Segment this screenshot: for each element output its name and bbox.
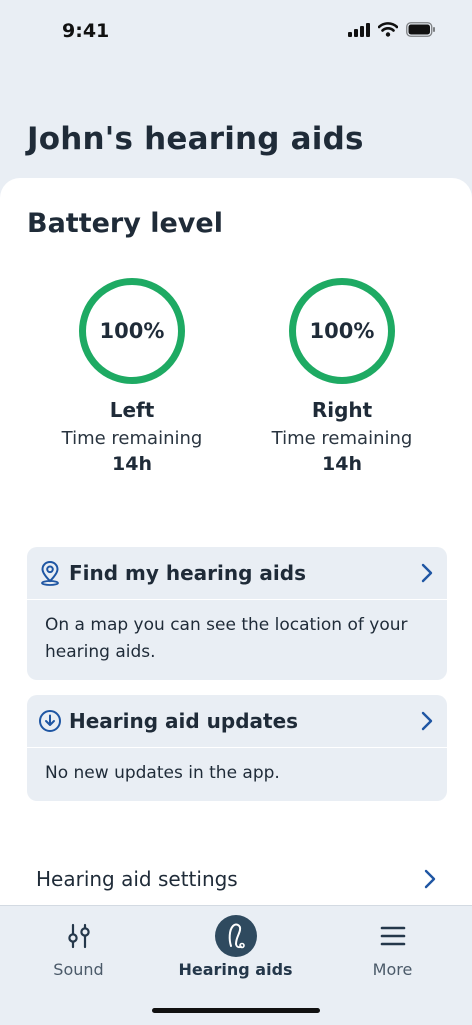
sliders-icon [0, 914, 157, 958]
tab-more-label: More [372, 960, 413, 979]
hearing-aid-icon [157, 914, 314, 958]
battery-right-side: Right [311, 398, 373, 422]
battery-right-percent: 100% [309, 319, 375, 343]
hearing-aid-updates-title: Hearing aid updates [69, 709, 299, 733]
battery-right-ring: 100% [289, 278, 395, 384]
battery-left-remaining-value: 14h [112, 453, 152, 475]
battery-status-icon [406, 22, 436, 41]
battery-right: 100% Right Time remaining 14h [237, 278, 447, 475]
tab-bar: Sound Hearing aids More [0, 905, 472, 1025]
battery-section-title: Battery level [27, 208, 223, 239]
status-icons [348, 22, 436, 41]
find-hearing-aids-title: Find my hearing aids [69, 561, 306, 585]
content-sheet: Battery level 100% Left Time remaining 1… [0, 178, 472, 918]
battery-left-percent: 100% [99, 319, 165, 343]
battery-right-remaining-value: 14h [322, 453, 362, 475]
page-title: John's hearing aids [27, 121, 364, 157]
hearing-aid-updates-header[interactable]: Hearing aid updates [27, 695, 447, 748]
download-icon [37, 708, 63, 734]
tab-hearing-aids[interactable]: Hearing aids [157, 914, 314, 979]
battery-right-remaining-label: Time remaining [271, 428, 413, 449]
menu-icon [314, 914, 471, 958]
tab-hearing-aids-label: Hearing aids [178, 960, 293, 979]
tab-sound[interactable]: Sound [0, 914, 157, 979]
wifi-icon [377, 22, 399, 41]
chevron-right-icon [424, 869, 436, 889]
battery-left-side: Left [109, 398, 155, 422]
find-hearing-aids-card[interactable]: Find my hearing aids On a map you can se… [27, 547, 447, 680]
home-indicator [152, 1008, 320, 1013]
tab-more[interactable]: More [314, 914, 471, 979]
status-bar: 9:41 [0, 0, 472, 64]
hearing-aid-settings-label: Hearing aid settings [36, 867, 238, 891]
battery-left-remaining-label: Time remaining [61, 428, 203, 449]
status-time: 9:41 [62, 20, 110, 42]
find-hearing-aids-header[interactable]: Find my hearing aids [27, 547, 447, 600]
location-pin-icon [37, 560, 63, 586]
cellular-signal-icon [348, 22, 370, 41]
hearing-aid-updates-body: No new updates in the app. [45, 763, 280, 783]
hearing-aid-updates-card[interactable]: Hearing aid updates No new updates in th… [27, 695, 447, 801]
chevron-right-icon [421, 711, 433, 731]
hearing-aid-settings-row[interactable]: Hearing aid settings [36, 864, 436, 894]
chevron-right-icon [421, 563, 433, 583]
find-hearing-aids-body: On a map you can see the location of you… [45, 615, 408, 662]
battery-left-ring: 100% [79, 278, 185, 384]
tab-sound-label: Sound [53, 960, 104, 979]
battery-left: 100% Left Time remaining 14h [27, 278, 237, 475]
